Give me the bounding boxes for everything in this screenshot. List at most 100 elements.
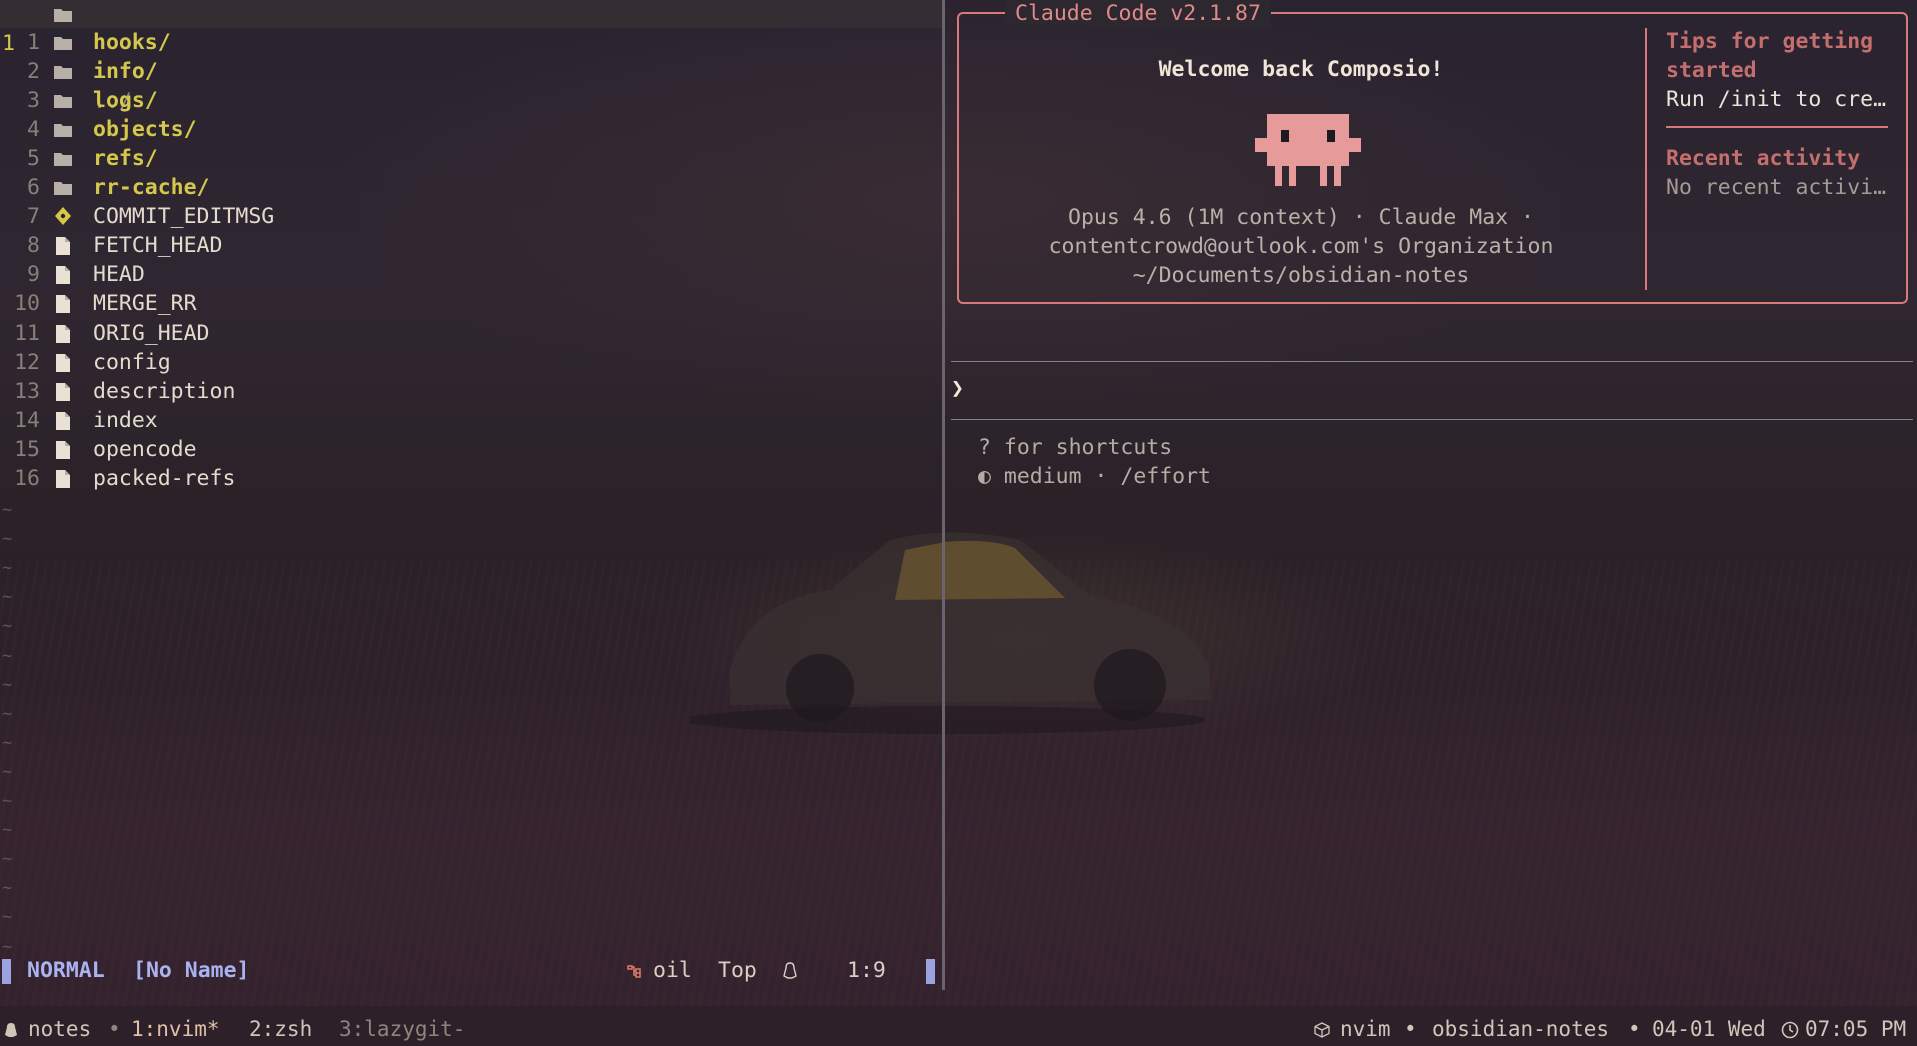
tips-separator bbox=[1666, 126, 1888, 128]
file-icon bbox=[56, 440, 70, 459]
folder-icon bbox=[54, 153, 72, 167]
tips-title-line2: started bbox=[1666, 58, 1757, 83]
empty-line-tilde: ~ bbox=[2, 500, 13, 520]
file-name: logs/ bbox=[93, 88, 158, 114]
shortcuts-hint: ? for shortcuts bbox=[978, 435, 1173, 460]
file-row[interactable]: 5 refs/ bbox=[0, 144, 942, 173]
file-row[interactable]: 3 logs/ bbox=[0, 86, 942, 115]
file-row[interactable]: 10 MERGE_RR bbox=[0, 289, 942, 318]
line-number: 13 bbox=[14, 378, 40, 404]
clock-icon bbox=[1781, 1021, 1799, 1039]
file-icon bbox=[56, 295, 70, 314]
file-row[interactable]: 13 description bbox=[0, 377, 942, 406]
statusline: NORMAL [No Name] oil Top 1:9 bbox=[0, 956, 942, 986]
empty-line-tilde: ~ bbox=[2, 849, 13, 870]
empty-line-tilde: ~ bbox=[2, 674, 13, 695]
cube-icon bbox=[1314, 1022, 1330, 1038]
tmux-separator-date: • bbox=[1628, 1017, 1641, 1041]
prompt-top-border bbox=[951, 361, 1913, 362]
file-icon bbox=[56, 353, 70, 372]
empty-line-tilde: ~ bbox=[2, 645, 13, 666]
filetype: oil bbox=[653, 958, 692, 983]
line-number: 16 bbox=[14, 465, 40, 491]
file-row[interactable]: 4 objects/ bbox=[0, 115, 942, 144]
file-row[interactable]: 7 COMMIT_EDITMSG bbox=[0, 202, 942, 231]
tmux-date: 04-01 Wed bbox=[1652, 1017, 1766, 1041]
file-name: refs/ bbox=[93, 146, 158, 172]
file-name: config bbox=[93, 349, 171, 375]
folder-icon bbox=[54, 37, 72, 50]
statusline-left-bar bbox=[2, 959, 11, 984]
file-icon bbox=[56, 266, 70, 285]
parent-dir-row[interactable]: 1 ../ bbox=[0, 0, 942, 114]
file-row[interactable]: 6 rr-cache/ bbox=[0, 173, 942, 202]
prompt-bottom-border bbox=[951, 419, 1913, 420]
file-name: opencode bbox=[93, 436, 197, 462]
linux-icon bbox=[783, 962, 797, 979]
folder-icon bbox=[54, 182, 72, 196]
file-name: packed-refs bbox=[93, 465, 236, 491]
prompt-input[interactable]: ❯ bbox=[951, 376, 964, 401]
empty-line-tilde: ~ bbox=[2, 732, 13, 753]
claude-title: Claude Code v2.1.87 bbox=[1005, 0, 1271, 28]
working-directory: ~/Documents/obsidian-notes bbox=[1132, 263, 1470, 288]
empty-line-tilde: ~ bbox=[2, 529, 13, 550]
organization-info: contentcrowd@outlook.com's Organization bbox=[1048, 234, 1554, 259]
tmux-window-2[interactable]: 2:zsh bbox=[249, 1013, 312, 1046]
claude-mascot-icon bbox=[1255, 114, 1361, 186]
folder-icon bbox=[54, 66, 72, 80]
file-name: COMMIT_EDITMSG bbox=[93, 204, 275, 230]
empty-line-tilde: ~ bbox=[2, 616, 13, 637]
scroll-position: Top bbox=[718, 958, 757, 983]
file-row[interactable]: 8 FETCH_HEAD bbox=[0, 231, 942, 260]
empty-line-tilde: ~ bbox=[2, 878, 13, 899]
line-number: 2 bbox=[27, 59, 40, 85]
empty-line-tilde: ~ bbox=[2, 761, 13, 782]
tmux-separator: • bbox=[108, 1017, 121, 1041]
line-number: 8 bbox=[27, 233, 40, 259]
file-row[interactable]: 1 hooks/ bbox=[0, 28, 942, 57]
recent-activity-title: Recent activity bbox=[1666, 146, 1861, 171]
empty-line-tilde: ~ bbox=[2, 791, 13, 811]
empty-line-tilde: ~ bbox=[2, 703, 13, 724]
file-row[interactable]: 9 HEAD bbox=[0, 260, 942, 289]
cursor-position: 1:9 bbox=[847, 958, 886, 983]
file-row[interactable]: 16 packed-refs bbox=[0, 464, 942, 493]
line-number: 6 bbox=[27, 175, 40, 201]
nvim-pane[interactable]: 1 ../ 1 hooks/2 info/3 logs/4 objects/5 refs/… bbox=[0, 0, 942, 990]
empty-line-tilde: ~ bbox=[2, 936, 13, 957]
empty-line-tilde: ~ bbox=[2, 820, 13, 841]
file-name: MERGE_RR bbox=[93, 291, 197, 317]
vertical-split[interactable] bbox=[942, 0, 945, 990]
folder-icon bbox=[54, 95, 72, 109]
line-number: 15 bbox=[14, 436, 40, 462]
line-number: 7 bbox=[27, 204, 40, 230]
folder-icon bbox=[54, 124, 72, 138]
claude-box-divider bbox=[1645, 28, 1647, 290]
line-number: 12 bbox=[14, 349, 40, 375]
empty-line-tilde: ~ bbox=[2, 558, 13, 579]
tmux-window-1[interactable]: 1:nvim* bbox=[131, 1013, 220, 1046]
statusline-right-bar bbox=[926, 959, 935, 984]
folder-icon bbox=[54, 9, 72, 22]
line-number: 9 bbox=[27, 262, 40, 288]
tips-title-line1: Tips for getting bbox=[1666, 29, 1874, 54]
file-row[interactable]: 2 info/ bbox=[0, 57, 942, 86]
line-number: 10 bbox=[14, 291, 40, 317]
tree-icon bbox=[627, 965, 641, 978]
welcome-message: Welcome back Composio! bbox=[1158, 57, 1444, 82]
tmux-status-bar: notes • 1:nvim* 2:zsh 3:lazygit- nvim • … bbox=[0, 1013, 1917, 1046]
git-icon bbox=[55, 207, 71, 226]
linux-icon bbox=[5, 1023, 17, 1037]
line-number: 4 bbox=[27, 117, 40, 143]
file-row[interactable]: 11 ORIG_HEAD bbox=[0, 319, 942, 348]
file-row[interactable]: 14 index bbox=[0, 406, 942, 435]
file-row[interactable]: 15 opencode bbox=[0, 435, 942, 464]
tmux-window-3[interactable]: 3:lazygit- bbox=[339, 1013, 465, 1046]
line-number: 11 bbox=[14, 320, 40, 346]
effort-hint[interactable]: ◐ medium · /effort bbox=[978, 464, 1211, 489]
tmux-session: notes bbox=[28, 1017, 92, 1041]
file-row[interactable]: 12 config bbox=[0, 348, 942, 377]
tmux-separator-right: • bbox=[1404, 1017, 1417, 1041]
line-number: 3 bbox=[27, 88, 40, 114]
